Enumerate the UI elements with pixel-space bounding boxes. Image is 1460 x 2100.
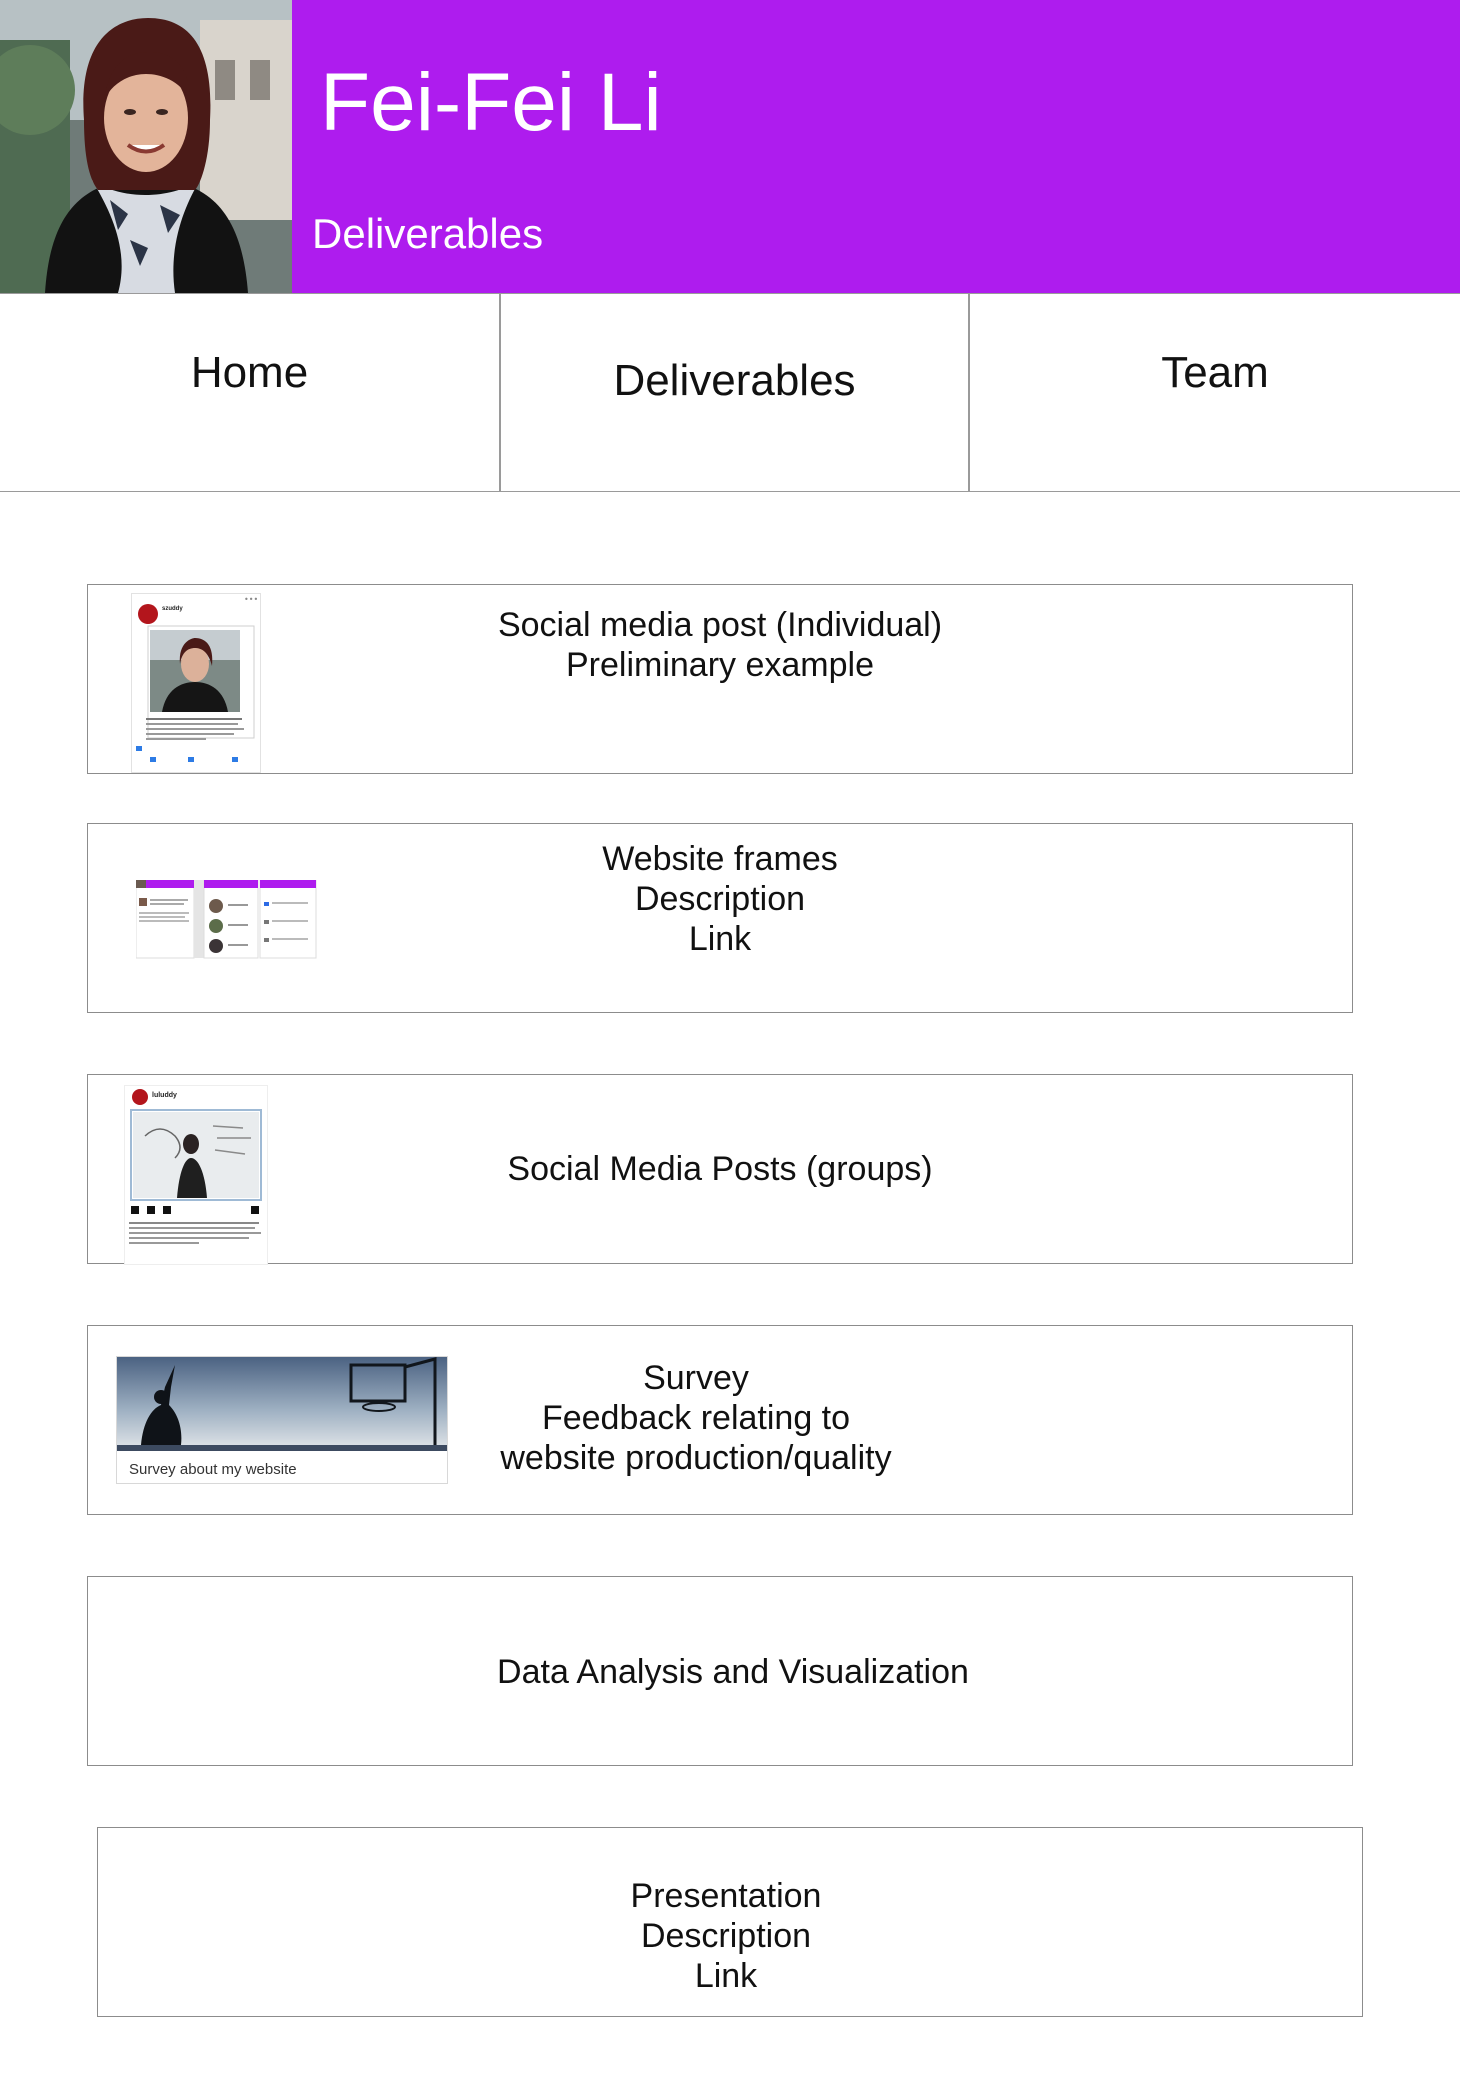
thumb-username: luluddy xyxy=(152,1092,177,1099)
card-title: Social media post (Individual) Prelimina… xyxy=(88,605,1352,685)
profile-photo xyxy=(0,0,292,293)
deliverable-card-social-posts-groups[interactable]: luluddy Social Media Posts (groups) xyxy=(87,1074,1353,1265)
card-title: Website frames Description Link xyxy=(88,839,1352,959)
nav-item-team[interactable]: Team xyxy=(970,294,1460,491)
page-header: Fei-Fei Li Deliverables xyxy=(0,0,1460,293)
card-line: Description xyxy=(634,880,806,918)
card-line: website production/quality xyxy=(500,1439,892,1477)
deliverable-card-survey[interactable]: Survey about my website Survey Feedback … xyxy=(87,1325,1353,1515)
deliverable-card-social-post-individual[interactable]: ••• szuddy Social media post (Individual… xyxy=(87,584,1353,774)
nav-deliverables-label: Deliverables xyxy=(613,356,856,405)
card-line: Link xyxy=(694,1957,758,1995)
card-line: Social Media Posts (groups) xyxy=(507,1150,933,1188)
deliverable-card-presentation[interactable]: Presentation Description Link xyxy=(97,1827,1363,2017)
card-title: Data Analysis and Visualization xyxy=(88,1652,1378,1692)
nav-home-label: Home xyxy=(190,348,309,397)
nav-bar: Home Deliverables Team xyxy=(0,293,1460,492)
card-line: Social media post (Individual) xyxy=(497,606,943,644)
card-line: Feedback relating to xyxy=(541,1399,851,1437)
nav-item-deliverables[interactable]: Deliverables xyxy=(501,294,970,491)
page-subtitle: Deliverables xyxy=(312,210,544,257)
card-title: Survey Feedback relating to website prod… xyxy=(88,1358,1304,1478)
card-title: Social Media Posts (groups) xyxy=(88,1149,1352,1189)
nav-item-home[interactable]: Home xyxy=(0,294,501,491)
svg-text:•••: ••• xyxy=(244,595,258,604)
card-line: Preliminary example xyxy=(566,646,874,684)
card-title: Presentation Description Link xyxy=(98,1876,1354,1996)
page-title: Fei-Fei Li xyxy=(320,57,662,148)
card-line: Data Analysis and Visualization xyxy=(497,1653,969,1691)
card-line: Description xyxy=(640,1917,812,1955)
deliverable-card-website-frames[interactable]: Website frames Description Link xyxy=(87,823,1353,1013)
card-line: Survey xyxy=(643,1359,749,1397)
deliverable-card-data-analysis[interactable]: Data Analysis and Visualization xyxy=(87,1576,1353,1766)
card-line: Website frames xyxy=(602,840,838,878)
nav-team-label: Team xyxy=(1161,348,1269,397)
card-line: Presentation xyxy=(630,1877,822,1915)
card-line: Link xyxy=(688,920,752,958)
title-banner: Fei-Fei Li Deliverables xyxy=(292,0,1460,293)
